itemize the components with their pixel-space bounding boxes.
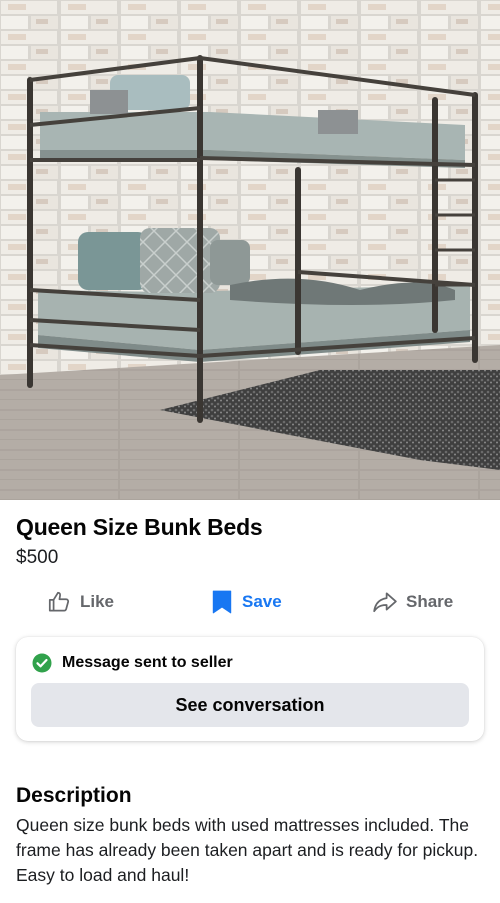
share-arrow-icon xyxy=(373,592,397,613)
listing-price: $500 xyxy=(16,547,59,568)
action-bar: Like Save Share xyxy=(0,585,500,619)
share-button[interactable]: Share xyxy=(372,585,453,619)
message-status-text: Message sent to seller xyxy=(62,654,233,671)
message-sent-card: Message sent to seller See conversation xyxy=(16,637,484,741)
share-label: Share xyxy=(406,592,454,611)
listing-title: Queen Size Bunk Beds xyxy=(16,514,263,540)
like-label: Like xyxy=(80,592,115,611)
thumbs-up-icon xyxy=(48,591,70,612)
save-label: Save xyxy=(242,592,282,611)
listing-photo[interactable] xyxy=(0,0,500,500)
check-circle-icon xyxy=(32,653,52,673)
description-text: Queen size bunk beds with used mattresse… xyxy=(16,815,479,885)
bunk-bed-image xyxy=(0,0,500,500)
see-conversation-button[interactable]: See conversation xyxy=(31,683,469,727)
like-button[interactable]: Like xyxy=(46,585,114,619)
description-heading: Description xyxy=(16,784,132,807)
save-button[interactable]: Save xyxy=(210,585,282,619)
bookmark-icon xyxy=(212,590,232,614)
message-status: Message sent to seller xyxy=(32,653,233,673)
